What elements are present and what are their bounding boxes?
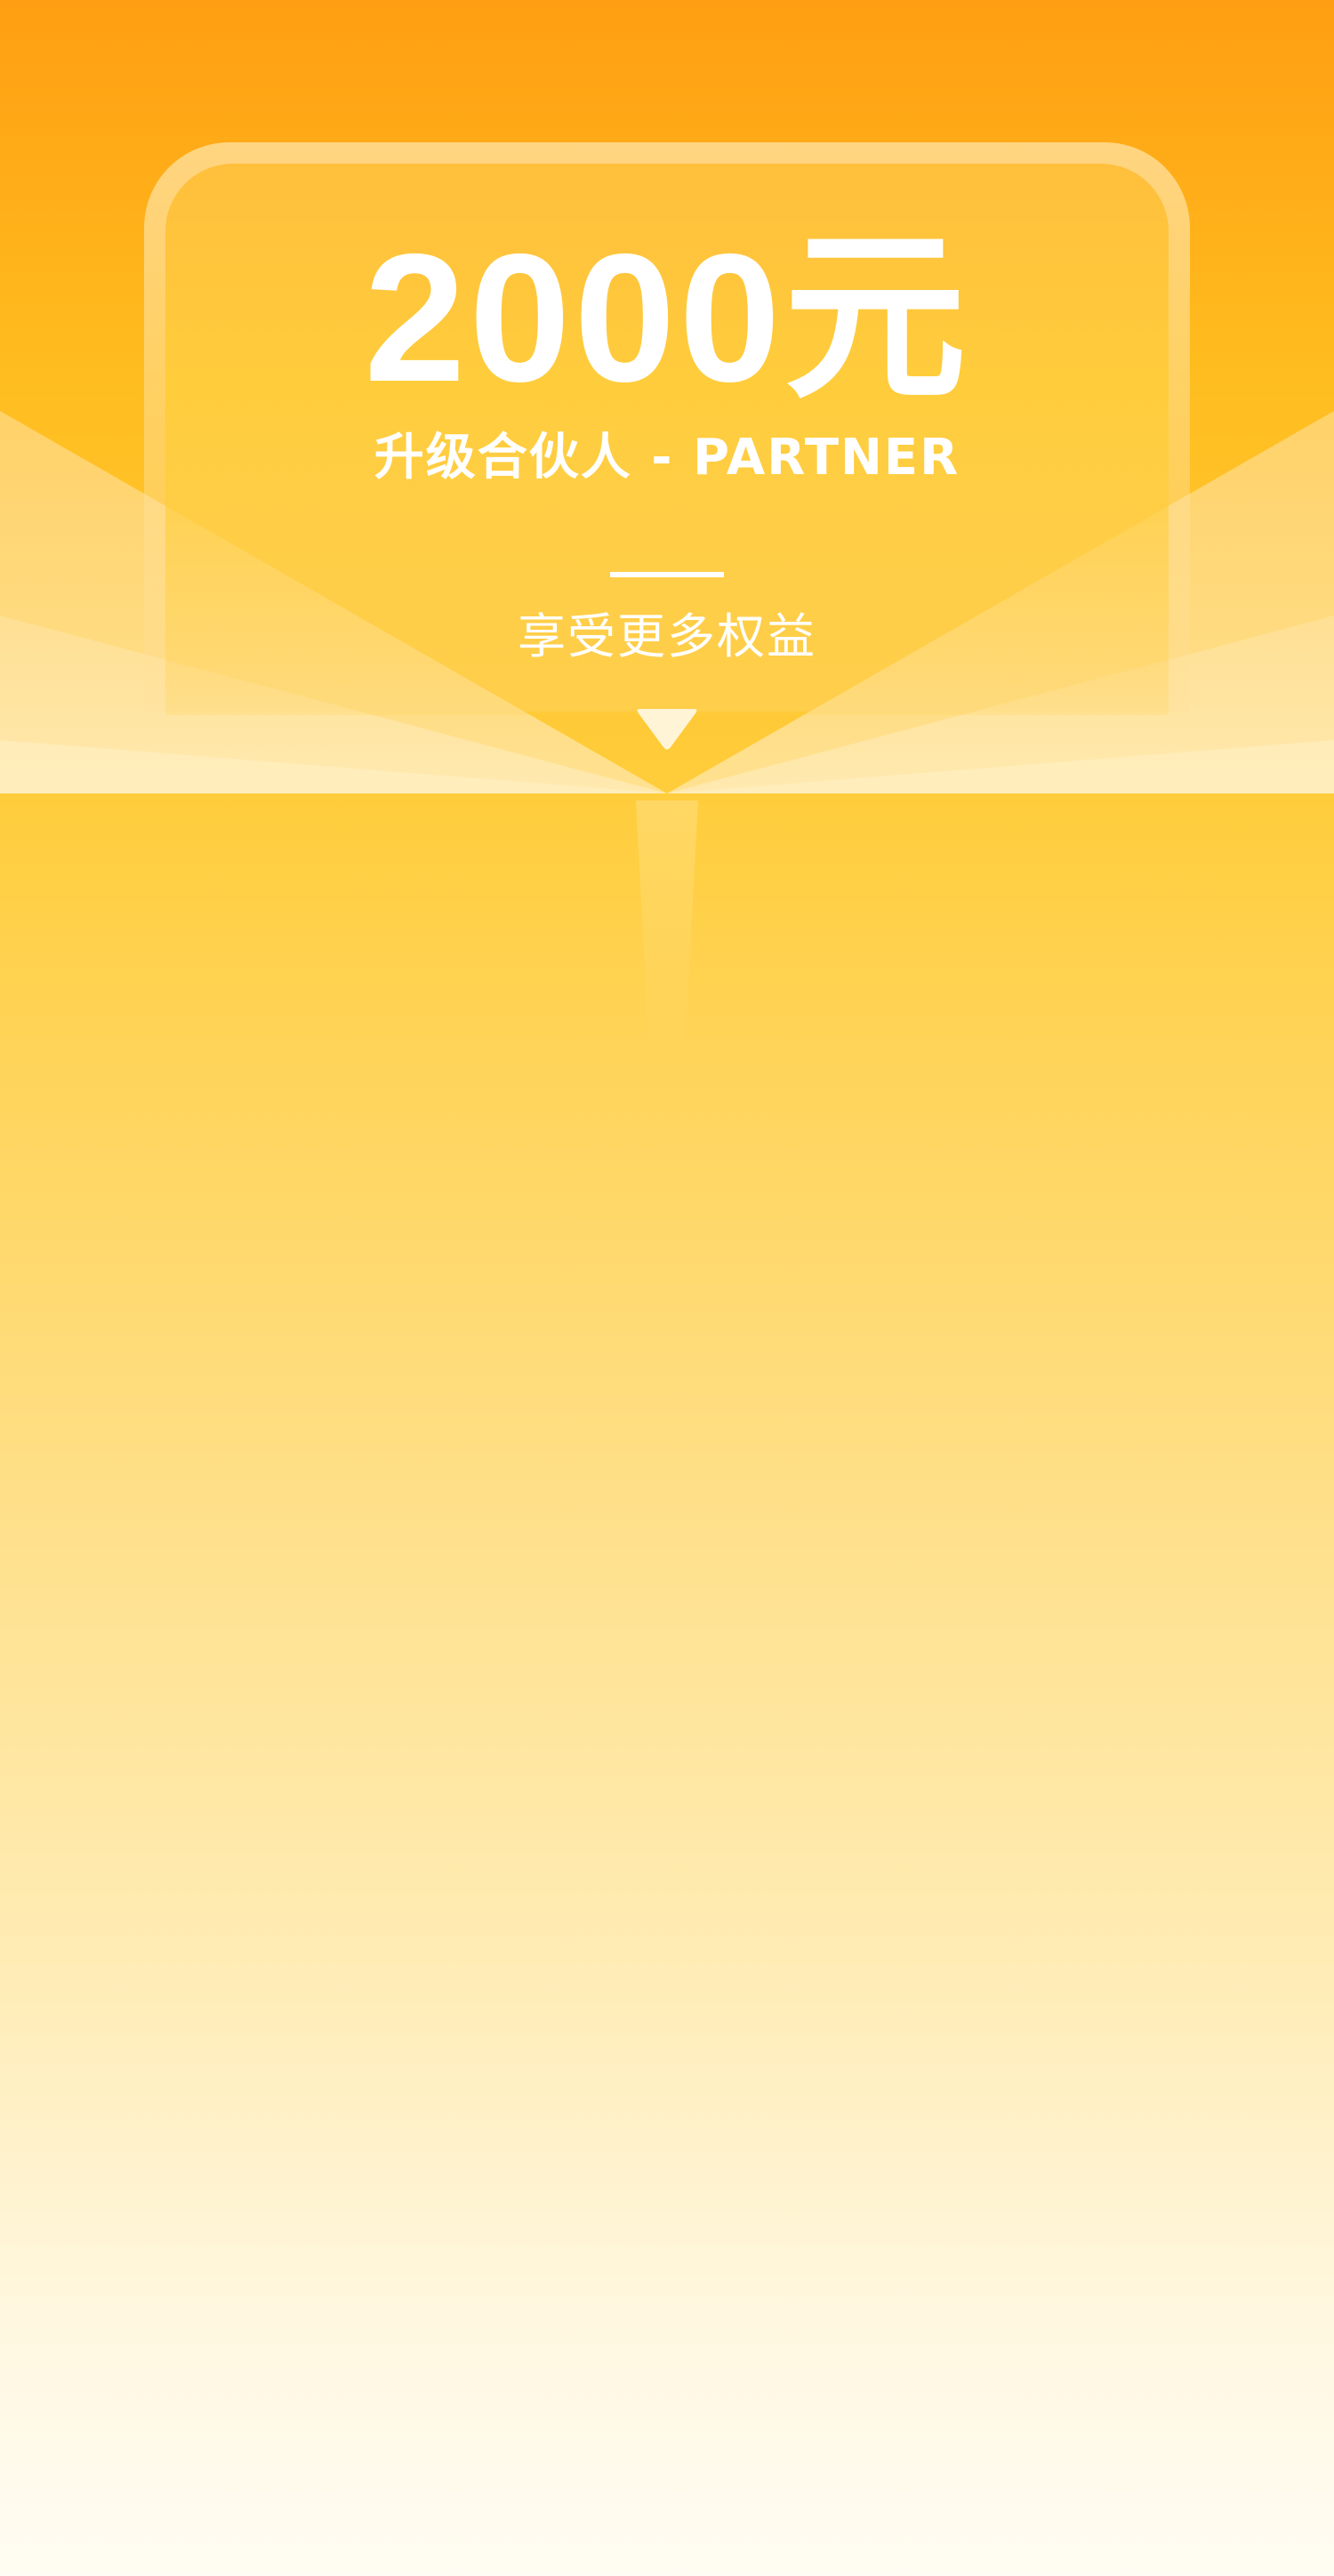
chevron-down-icon [636,707,698,752]
center-glow [636,801,698,1054]
benefits-label: 享受更多权益 [518,608,816,664]
price-amount: 2000元 [364,216,970,420]
partner-subtitle: 升级合伙人 - PARTNER [374,429,960,487]
divider-line [610,572,724,577]
